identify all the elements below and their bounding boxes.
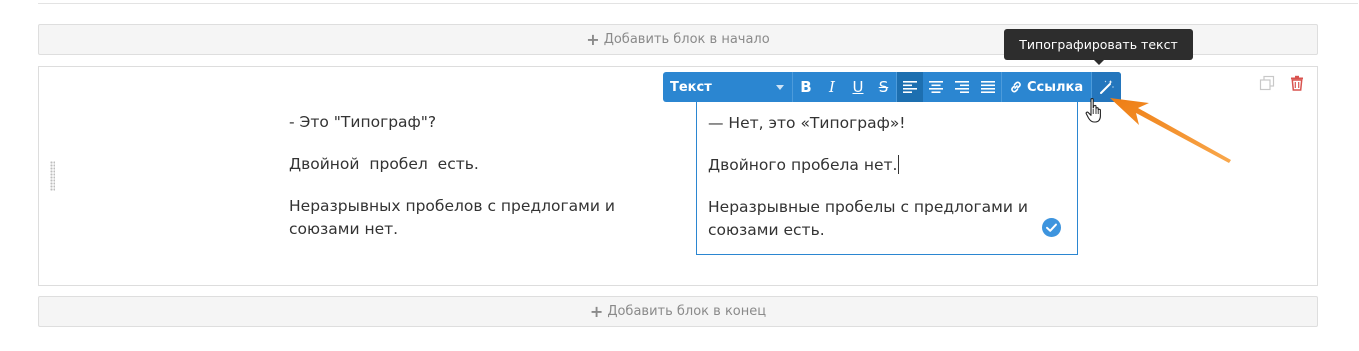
annotation-arrow bbox=[1110, 98, 1231, 163]
align-left-icon bbox=[903, 81, 917, 93]
link-button[interactable]: Ссылка bbox=[1001, 72, 1093, 102]
align-right-button[interactable] bbox=[949, 72, 975, 102]
add-block-end-label: Добавить блок в конец bbox=[607, 304, 767, 319]
align-justify-button[interactable] bbox=[975, 72, 1001, 102]
check-circle-icon[interactable] bbox=[1041, 217, 1062, 238]
add-block-start-label: Добавить блок в начало bbox=[603, 32, 770, 47]
original-text: - Это "Типограф"? Двойной пробел есть. Н… bbox=[289, 111, 649, 255]
underline-button[interactable]: U bbox=[845, 72, 871, 102]
hand-pointer-icon bbox=[1085, 97, 1101, 123]
typographed-line-1: — Нет, это «Типограф»! bbox=[708, 114, 906, 132]
add-block-end-button[interactable]: + Добавить блок в конец bbox=[38, 296, 1318, 327]
typograph-tooltip: Типографировать текст bbox=[1004, 29, 1193, 65]
align-right-icon bbox=[955, 81, 969, 93]
top-divider bbox=[38, 3, 1358, 4]
align-center-icon bbox=[929, 81, 943, 93]
plus-icon: + bbox=[586, 29, 600, 49]
align-justify-icon bbox=[981, 81, 995, 93]
original-line-1: - Это "Типограф"? bbox=[289, 113, 437, 131]
align-center-button[interactable] bbox=[923, 72, 949, 102]
trash-icon[interactable] bbox=[1289, 75, 1305, 91]
block-actions bbox=[1259, 75, 1305, 91]
typographed-text-editor[interactable]: — Нет, это «Типограф»! Двойного пробела … bbox=[696, 102, 1078, 255]
format-select[interactable]: Текст bbox=[663, 72, 793, 102]
editor-toolbar: Текст B I U S Ссылка bbox=[663, 72, 1122, 102]
chevron-down-icon bbox=[776, 84, 784, 90]
bold-button[interactable]: B bbox=[793, 72, 819, 102]
original-line-2: Двойной пробел есть. bbox=[289, 155, 479, 173]
align-left-button[interactable] bbox=[897, 72, 923, 102]
link-icon bbox=[1011, 81, 1021, 93]
copy-icon[interactable] bbox=[1259, 75, 1275, 91]
format-select-value: Текст bbox=[670, 79, 712, 95]
typographed-line-2: Двойного пробела нет. bbox=[708, 155, 900, 174]
text-caret bbox=[898, 155, 900, 174]
strikethrough-button[interactable]: S bbox=[871, 72, 897, 102]
plus-icon: + bbox=[589, 301, 604, 321]
typographed-line-3: Неразрывные пробелы с предлогами и союза… bbox=[708, 198, 1028, 239]
drag-handle-icon[interactable] bbox=[50, 161, 55, 191]
italic-button[interactable]: I bbox=[819, 72, 845, 102]
link-button-label: Ссылка bbox=[1027, 79, 1084, 95]
original-line-3: Неразрывных пробелов с предлогами и союз… bbox=[289, 197, 615, 238]
